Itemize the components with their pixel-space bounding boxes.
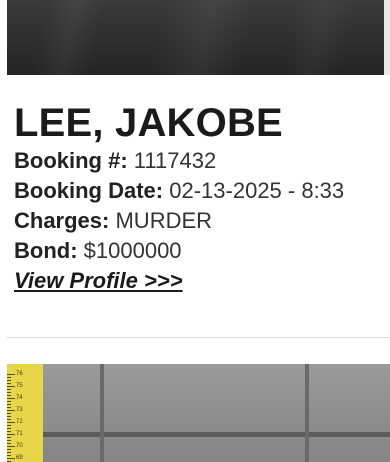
ruler-minor-tick bbox=[7, 449, 11, 450]
bond-value: $1000000 bbox=[83, 238, 182, 263]
ruler-minor-tick bbox=[7, 395, 11, 396]
wall-mortar-line bbox=[100, 364, 104, 462]
ruler-tick bbox=[7, 410, 15, 411]
wall-mortar-line bbox=[7, 432, 390, 437]
ruler-mark: 76 bbox=[16, 371, 23, 377]
ruler-minor-tick bbox=[7, 383, 11, 384]
ruler-minor-tick bbox=[7, 389, 11, 390]
ruler-minor-tick bbox=[7, 416, 11, 417]
ruler-tick bbox=[7, 434, 15, 435]
photo-shading bbox=[145, 0, 259, 75]
ruler-minor-tick bbox=[7, 452, 11, 453]
ruler-minor-tick bbox=[7, 443, 11, 444]
ruler-minor-tick bbox=[7, 392, 11, 393]
charges-row: Charges: MURDER bbox=[14, 206, 390, 236]
ruler-minor-tick bbox=[7, 380, 11, 381]
ruler-minor-tick bbox=[7, 401, 11, 402]
ruler-mark: 71 bbox=[16, 431, 23, 437]
booking-number-value: 1117432 bbox=[133, 148, 217, 173]
photo-shading bbox=[275, 0, 359, 75]
divider bbox=[7, 337, 390, 338]
charges-value: MURDER bbox=[115, 208, 213, 233]
ruler-mark: 75 bbox=[16, 383, 23, 389]
ruler-tick bbox=[7, 446, 15, 447]
bond-label: Bond: bbox=[14, 238, 78, 263]
ruler-minor-tick bbox=[7, 404, 11, 405]
ruler-minor-tick bbox=[7, 440, 11, 441]
ruler-mark: 72 bbox=[16, 419, 23, 425]
booking-date-value: 02-13-2025 - 8:33 bbox=[169, 178, 345, 203]
booking-date-row: Booking Date: 02-13-2025 - 8:33 bbox=[14, 176, 390, 206]
ruler-tick bbox=[7, 458, 15, 459]
ruler-minor-tick bbox=[7, 431, 11, 432]
height-ruler: 76 75 74 73 72 71 70 69 bbox=[7, 364, 43, 462]
ruler-mark: 70 bbox=[16, 443, 23, 449]
ruler-mark: 73 bbox=[16, 407, 23, 413]
ruler-mark: 74 bbox=[16, 395, 23, 401]
ruler-tick bbox=[7, 422, 15, 423]
inmate-name: LEE, JAKOBE bbox=[14, 101, 283, 145]
ruler-mark: 69 bbox=[16, 455, 23, 461]
mugshot-photo-bottom: 76 75 74 73 72 71 70 69 bbox=[7, 364, 390, 462]
ruler-tick bbox=[7, 374, 15, 375]
inmate-info: LEE, JAKOBE Booking #: 1117432 Booking D… bbox=[14, 100, 390, 296]
ruler-tick bbox=[7, 386, 15, 387]
ruler-minor-tick bbox=[7, 425, 11, 426]
view-profile-link[interactable]: View Profile >>> bbox=[14, 266, 183, 296]
ruler-minor-tick bbox=[7, 455, 11, 456]
ruler-tick bbox=[7, 398, 15, 399]
mugshot-photo-top bbox=[7, 0, 390, 75]
booking-number-row: Booking #: 1117432 bbox=[14, 146, 390, 176]
bond-row: Bond: $1000000 bbox=[14, 236, 390, 266]
charges-label: Charges: bbox=[14, 208, 110, 233]
photo-shading bbox=[25, 0, 109, 75]
ruler-minor-tick bbox=[7, 419, 11, 420]
ruler-minor-tick bbox=[7, 377, 11, 378]
ruler-minor-tick bbox=[7, 437, 11, 438]
ruler-minor-tick bbox=[7, 413, 11, 414]
ruler-minor-tick bbox=[7, 428, 11, 429]
photo-edge bbox=[384, 0, 390, 75]
booking-number-label: Booking #: bbox=[14, 148, 128, 173]
wall-mortar-line bbox=[305, 364, 309, 462]
booking-date-label: Booking Date: bbox=[14, 178, 164, 203]
ruler-minor-tick bbox=[7, 407, 11, 408]
